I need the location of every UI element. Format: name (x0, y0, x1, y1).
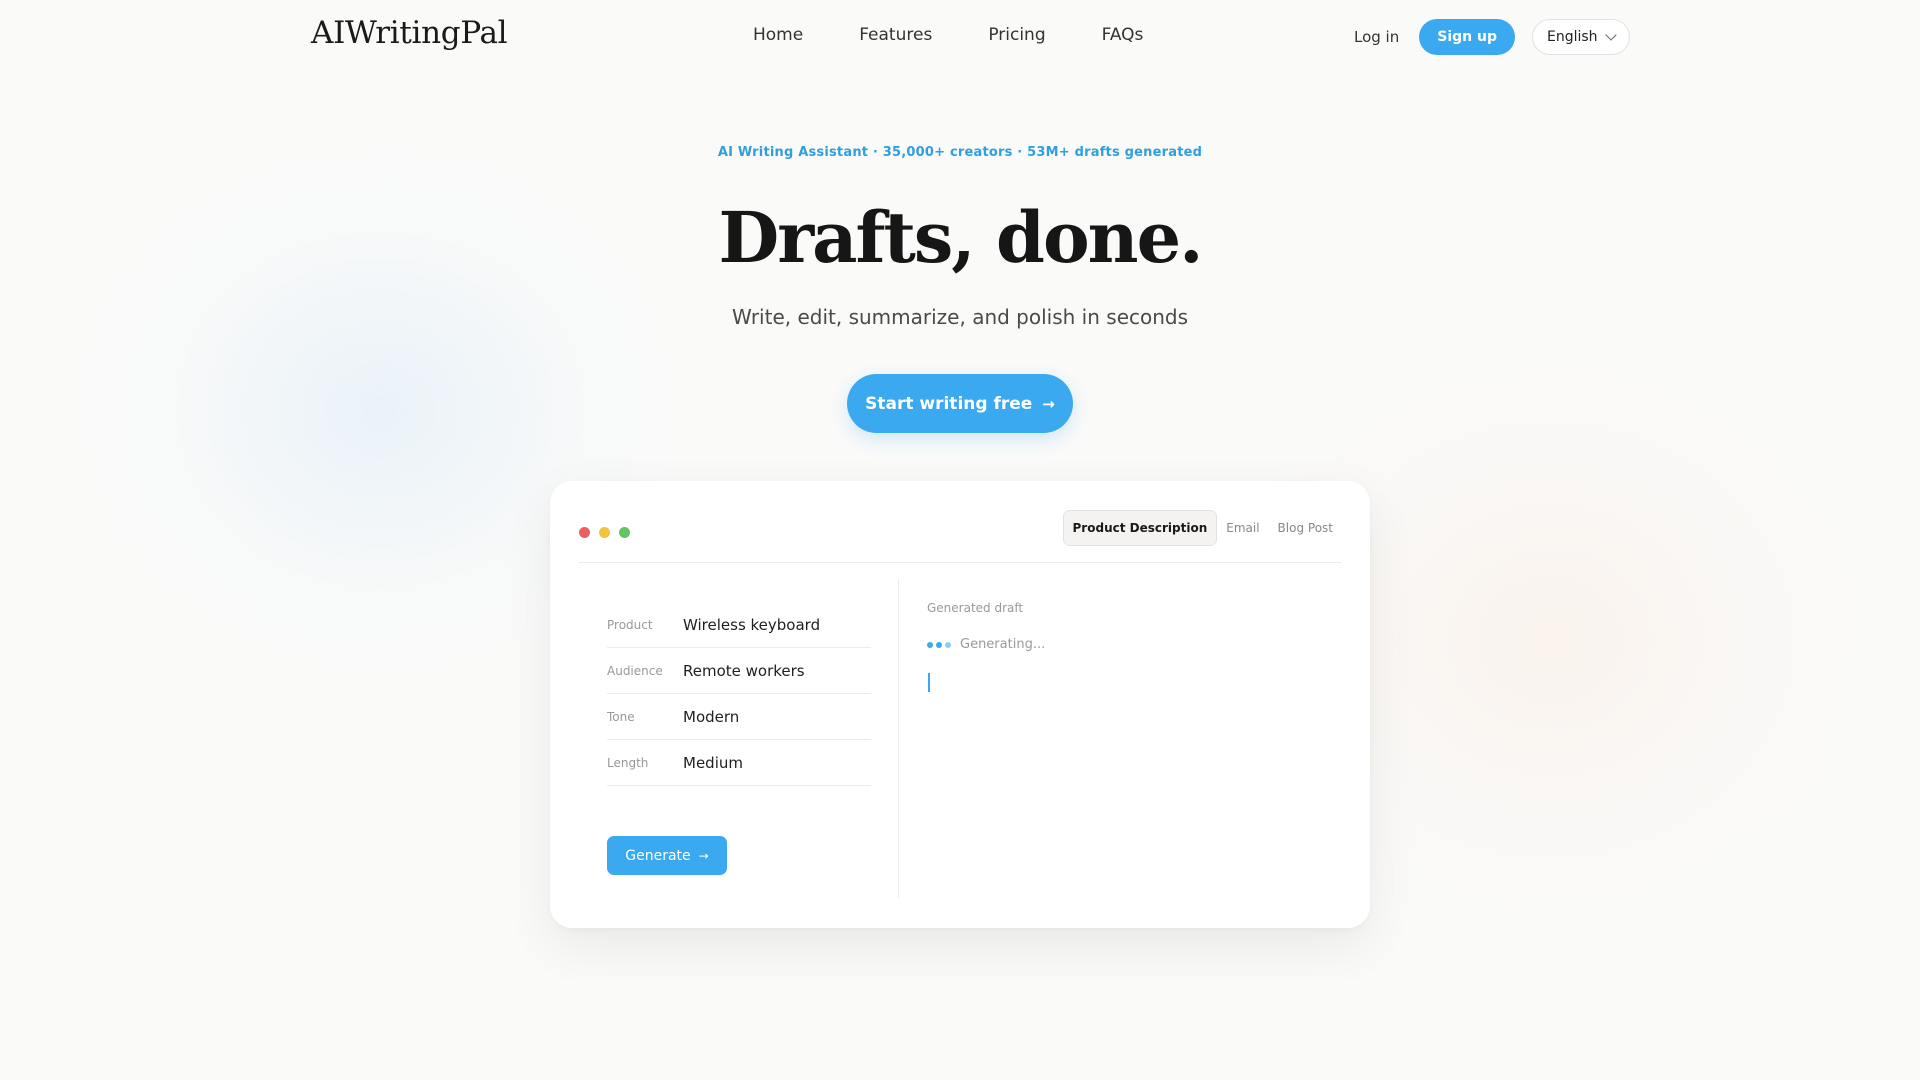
language-label: English (1546, 29, 1598, 45)
tab-product-description[interactable]: Product Description (1062, 510, 1218, 546)
text-cursor (928, 673, 930, 692)
input-fields: Product Wireless keyboard Audience Remot… (607, 602, 871, 786)
signup-button[interactable]: Sign up (1419, 19, 1515, 55)
arrow-right-icon: → (698, 848, 709, 863)
field-label: Length (607, 755, 649, 770)
generating-status: Generating... (927, 637, 1045, 652)
generate-label: Generate (625, 847, 691, 864)
start-writing-button[interactable]: Start writing free → (847, 374, 1073, 433)
field-value: Wireless keyboard (683, 615, 821, 634)
panel-divider (898, 579, 899, 898)
field-value: Medium (683, 753, 743, 772)
nav-link-home[interactable]: Home (753, 25, 803, 45)
field-tone[interactable]: Tone Modern (607, 694, 871, 740)
field-product[interactable]: Product Wireless keyboard (607, 602, 871, 648)
hero-eyebrow: AI Writing Assistant · 35,000+ creators … (717, 145, 1203, 160)
chevron-down-icon (1604, 29, 1617, 41)
card-divider (578, 562, 1342, 563)
language-selector[interactable]: English (1531, 19, 1630, 55)
logo[interactable]: AIWritingPal (311, 15, 508, 51)
field-audience[interactable]: Audience Remote workers (607, 648, 871, 694)
nav-links: Home Features Pricing FAQs (753, 25, 1199, 45)
close-dot-icon (579, 527, 590, 538)
status-text: Generating... (960, 637, 1046, 652)
output-label: Generated draft (927, 601, 1024, 615)
maximize-dot-icon (619, 527, 630, 538)
nav-link-faqs[interactable]: FAQs (1102, 25, 1144, 45)
hero-headline: Drafts, done. (718, 196, 1204, 279)
demo-card: Product Description Email Blog Post Prod… (550, 481, 1370, 928)
tab-blog-post[interactable]: Blog Post (1269, 510, 1342, 546)
loading-dot-icon (945, 641, 951, 648)
field-value: Modern (683, 707, 740, 726)
arrow-right-icon: → (1042, 394, 1055, 413)
field-label: Product (607, 617, 653, 632)
hero-subhead: Write, edit, summarize, and polish in se… (731, 305, 1189, 329)
nav-actions: Log in Sign up English (1354, 19, 1630, 55)
field-value: Remote workers (683, 661, 805, 680)
cta-label: Start writing free (865, 393, 1033, 414)
loading-dot-icon (936, 641, 942, 648)
minimize-dot-icon (599, 527, 610, 538)
tab-email[interactable]: Email (1217, 510, 1268, 546)
loading-dot-icon (927, 641, 933, 648)
field-length[interactable]: Length Medium (607, 740, 871, 786)
nav-link-features[interactable]: Features (859, 25, 932, 45)
window-controls (579, 527, 630, 538)
login-link[interactable]: Log in (1354, 28, 1399, 46)
generate-button[interactable]: Generate → (607, 836, 727, 875)
field-label: Audience (607, 663, 663, 678)
nav-link-pricing[interactable]: Pricing (988, 25, 1045, 45)
top-nav: AIWritingPal Home Features Pricing FAQs … (0, 0, 1920, 74)
field-label: Tone (607, 709, 635, 724)
template-tabs: Product Description Email Blog Post (1062, 510, 1342, 546)
